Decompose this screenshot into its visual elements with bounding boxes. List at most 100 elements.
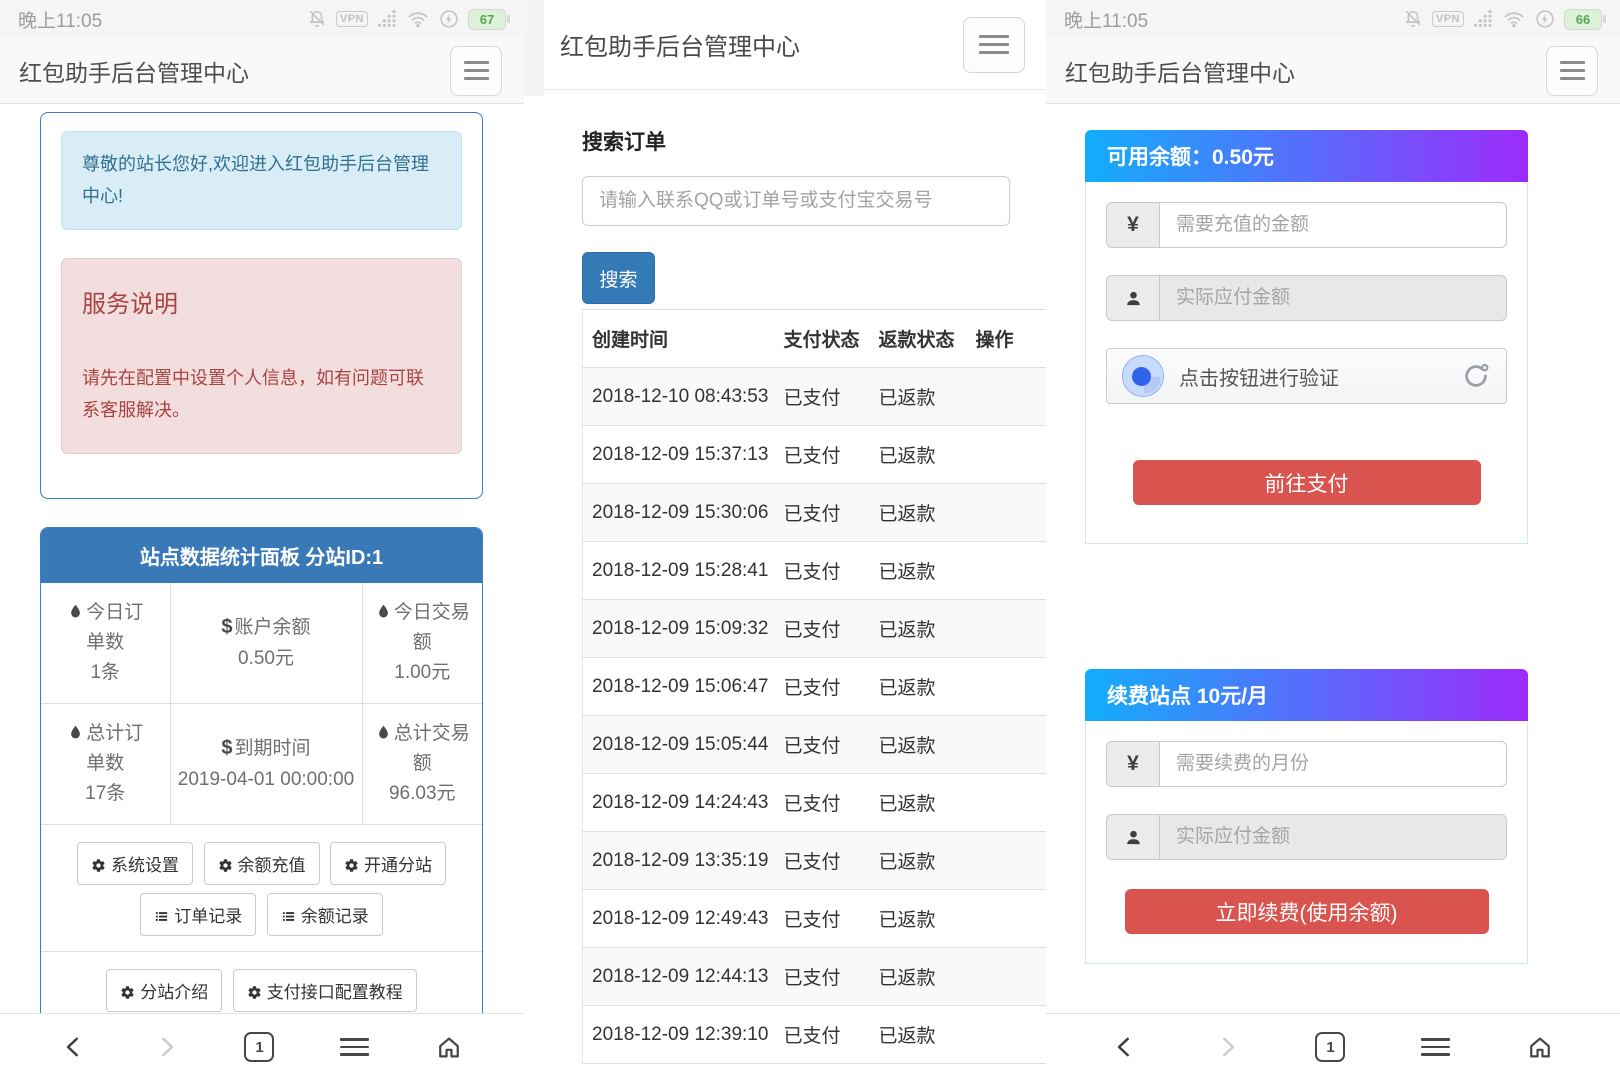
phone-screen-middle: 红包助手后台管理中心 搜索订单 搜索 创建时间 支付状态 返款状态 操作 [524, 0, 1046, 1080]
renew-months-group: ¥ [1106, 741, 1507, 787]
stats-card: 站点数据统计面板 分站ID:1 今日订单数 1条 $账户余额 0.50元 [40, 527, 483, 1013]
power-save-icon [1534, 8, 1556, 30]
renew-payable-input[interactable] [1159, 814, 1507, 860]
cell-pay-status: 已支付 [775, 600, 870, 658]
droplet-icon [375, 724, 392, 741]
nav-forward-button[interactable] [1214, 1034, 1240, 1060]
col-header-actions: 操作 [967, 310, 1047, 368]
gear-icon [91, 858, 106, 873]
order-records-button[interactable]: 订单记录 [140, 893, 256, 936]
payment-config-tutorial-button[interactable]: 支付接口配置教程 [233, 969, 417, 1012]
cell-pay-status: 已支付 [775, 774, 870, 832]
app-header: 红包助手后台管理中心 [524, 0, 1046, 90]
bell-muted-icon [306, 8, 328, 30]
cell-actions [967, 948, 1047, 1006]
hamburger-menu-button[interactable] [450, 46, 502, 96]
stat-cell-today-orders: 今日订单数 1条 [41, 583, 170, 704]
battery-level: 67 [468, 9, 506, 30]
stat-cell-today-volume: 今日交易额 1.00元 [362, 583, 482, 704]
cell-actions [967, 542, 1047, 600]
cell-created-time: 2018-12-09 12:44:13 [583, 948, 775, 1006]
col-header-pay-status: 支付状态 [775, 310, 870, 368]
captcha-verify-widget[interactable]: 点击按钮进行验证 [1106, 348, 1507, 404]
search-section-title: 搜索订单 [582, 126, 1046, 156]
payable-amount-group [1106, 275, 1507, 321]
bell-muted-icon [1402, 8, 1424, 30]
app-header: 红包助手后台管理中心 [0, 38, 524, 104]
page-title: 红包助手后台管理中心 [19, 54, 249, 88]
nav-back-button[interactable] [1112, 1034, 1138, 1060]
droplet-icon [67, 724, 84, 741]
cell-refund-status: 已返款 [870, 600, 967, 658]
hamburger-menu-button[interactable] [963, 17, 1025, 73]
search-input[interactable] [582, 176, 1010, 226]
cell-created-time: 2018-12-09 12:39:10 [583, 1006, 775, 1064]
stat-cell-balance: $账户余额 0.50元 [170, 583, 362, 704]
recharge-amount-input[interactable] [1159, 202, 1507, 248]
cell-actions [967, 426, 1047, 484]
table-row: 2018-12-09 14:24:43 已支付 已返款 [583, 774, 1047, 832]
nav-menu-button[interactable] [340, 1033, 369, 1061]
left-page-content: 尊敬的站长您好,欢迎进入红包助手后台管理中心! 服务说明 请先在配置中设置个人信… [0, 104, 524, 1013]
nav-home-button[interactable] [1526, 1033, 1554, 1061]
substation-intro-button[interactable]: 分站介绍 [106, 969, 222, 1012]
cell-pay-status: 已支付 [775, 716, 870, 774]
nav-home-button[interactable] [435, 1033, 463, 1061]
nav-tabs-button[interactable]: 1 [1315, 1032, 1345, 1062]
person-icon [1106, 814, 1159, 860]
table-row: 2018-12-09 13:35:19 已支付 已返款 [583, 832, 1047, 890]
cell-created-time: 2018-12-09 15:28:41 [583, 542, 775, 600]
cell-created-time: 2018-12-09 12:49:43 [583, 890, 775, 948]
info-buttons-section: 分站介绍 支付接口配置教程 [41, 951, 482, 1013]
table-row: 2018-12-09 12:44:13 已支付 已返款 [583, 948, 1047, 1006]
available-balance-header: 可用余额：0.50元 [1085, 130, 1528, 182]
gear-icon [218, 858, 233, 873]
cell-created-time: 2018-12-09 15:37:13 [583, 426, 775, 484]
open-substation-button[interactable]: 开通分站 [330, 842, 446, 885]
page-title: 红包助手后台管理中心 [1065, 54, 1295, 88]
renew-payable-group [1106, 814, 1507, 860]
yen-icon: ¥ [1106, 741, 1159, 787]
app-header: 红包助手后台管理中心 [1046, 38, 1620, 104]
nav-menu-button[interactable] [1421, 1033, 1450, 1061]
recharge-amount-group: ¥ [1106, 202, 1507, 248]
renew-site-header: 续费站点 10元/月 [1085, 669, 1528, 721]
status-bar: 晚上11:05 VPN 66 [1046, 0, 1620, 38]
renew-now-button[interactable]: 立即续费(使用余额) [1125, 889, 1489, 934]
droplet-icon [67, 603, 84, 620]
nav-forward-button[interactable] [153, 1034, 179, 1060]
go-pay-button[interactable]: 前往支付 [1133, 460, 1481, 505]
nav-tabs-button[interactable]: 1 [244, 1032, 274, 1062]
cell-actions [967, 1006, 1047, 1064]
hamburger-menu-button[interactable] [1546, 46, 1598, 96]
cell-refund-status: 已返款 [870, 716, 967, 774]
search-button[interactable]: 搜索 [582, 252, 655, 304]
cell-created-time: 2018-12-09 15:06:47 [583, 658, 775, 716]
status-bar: 晚上11:05 VPN 67 [0, 0, 524, 38]
gear-icon [344, 858, 359, 873]
cell-refund-status: 已返款 [870, 426, 967, 484]
stats-panel-title: 站点数据统计面板 分站ID:1 [41, 528, 482, 583]
list-icon [281, 909, 296, 924]
nav-back-button[interactable] [61, 1034, 87, 1060]
vpn-badge: VPN [1432, 11, 1464, 27]
system-settings-button[interactable]: 系统设置 [77, 842, 193, 885]
cell-refund-status: 已返款 [870, 948, 967, 1006]
cell-pay-status: 已支付 [775, 658, 870, 716]
service-notice-title: 服务说明 [82, 283, 441, 326]
table-row: 2018-12-09 15:30:06 已支付 已返款 [583, 484, 1047, 542]
page-title: 红包助手后台管理中心 [560, 27, 800, 62]
table-row: 2018-12-09 12:39:10 已支付 已返款 [583, 1006, 1047, 1064]
stat-cell-total-volume: 总计交易额 96.03元 [362, 703, 482, 824]
orders-table-body: 2018-12-10 08:43:53 已支付 已返款 2018-12-09 1… [583, 368, 1047, 1064]
refresh-icon[interactable] [1461, 361, 1491, 391]
renew-months-input[interactable] [1159, 741, 1507, 787]
balance-recharge-button[interactable]: 余额充值 [204, 842, 320, 885]
welcome-alert: 尊敬的站长您好,欢迎进入红包助手后台管理中心! [61, 131, 462, 230]
captcha-button-icon[interactable] [1122, 355, 1164, 397]
browser-nav-bar: 1 [0, 1013, 524, 1080]
cell-pay-status: 已支付 [775, 832, 870, 890]
balance-records-button[interactable]: 余额记录 [267, 893, 383, 936]
payable-amount-input[interactable] [1159, 275, 1507, 321]
wifi-icon [1502, 8, 1526, 30]
